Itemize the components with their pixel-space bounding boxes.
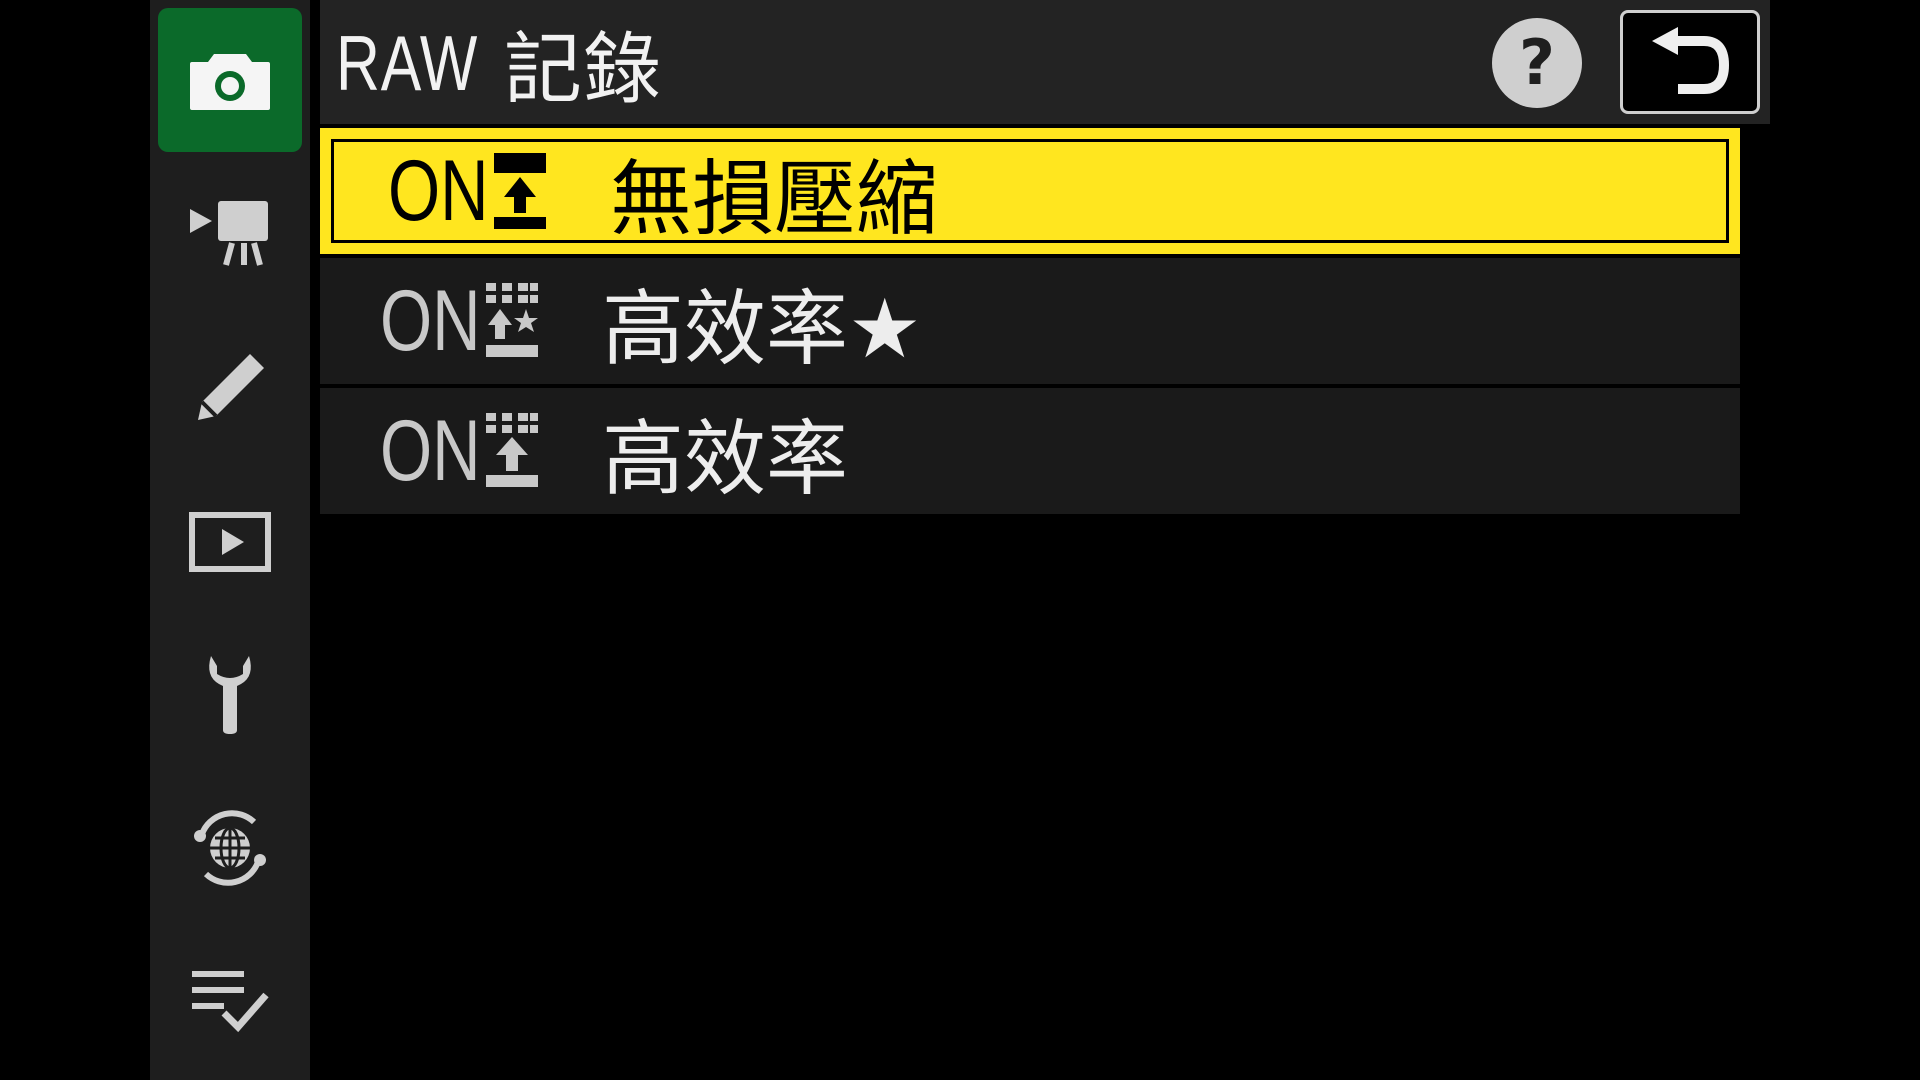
playback-icon xyxy=(189,512,271,572)
back-button[interactable] xyxy=(1620,10,1760,114)
option-code: ON xyxy=(380,388,540,514)
option-code: ON xyxy=(380,258,540,384)
network-globe-icon xyxy=(194,810,266,886)
page-title: RAW 記錄 xyxy=(336,18,662,116)
my-menu-tab[interactable] xyxy=(158,928,302,1072)
raw-recording-options-list: ON 無損壓縮 ON 高效率★ ON 高效率 xyxy=(320,128,1740,518)
checklist-icon xyxy=(192,971,269,1033)
photo-shooting-menu-tab[interactable] xyxy=(158,8,302,152)
movie-camera-icon xyxy=(190,201,268,266)
wrench-icon xyxy=(209,656,251,734)
help-button[interactable]: ? xyxy=(1492,18,1582,108)
option-label: 高效率★ xyxy=(602,281,922,377)
setup-menu-tab[interactable] xyxy=(158,622,302,766)
return-arrow-icon xyxy=(1652,27,1730,94)
network-menu-tab[interactable] xyxy=(158,776,302,920)
high-efficiency-star-icon xyxy=(484,281,540,361)
option-label: 高效率 xyxy=(602,411,849,507)
menu-header: RAW 記錄 ? xyxy=(320,0,1770,124)
menu-sidebar xyxy=(150,0,310,1080)
custom-settings-menu-tab[interactable] xyxy=(158,316,302,460)
camera-icon xyxy=(190,54,270,110)
option-high-efficiency-star[interactable]: ON 高效率★ xyxy=(320,258,1740,384)
raw-recording-menu-screen: RAW 記錄 ? ON 無損壓縮 ON 高效率★ ON 高效率 xyxy=(0,0,1920,1080)
help-icon: ? xyxy=(1519,26,1555,99)
option-on-label: ON xyxy=(388,143,489,239)
option-label: 無損壓縮 xyxy=(610,151,939,247)
option-lossless-compressed[interactable]: ON 無損壓縮 xyxy=(320,128,1740,254)
option-code: ON xyxy=(388,136,548,246)
pencil-icon xyxy=(198,354,264,420)
high-efficiency-icon xyxy=(484,411,540,491)
title-raw: RAW xyxy=(336,18,479,107)
option-on-label: ON xyxy=(380,403,481,499)
title-recording: 記錄 xyxy=(504,25,663,115)
movie-recording-menu-tab[interactable] xyxy=(158,160,302,304)
lossless-compression-icon xyxy=(492,151,548,231)
option-on-label: ON xyxy=(380,273,481,369)
playback-menu-tab[interactable] xyxy=(158,470,302,614)
option-high-efficiency[interactable]: ON 高效率 xyxy=(320,388,1740,514)
